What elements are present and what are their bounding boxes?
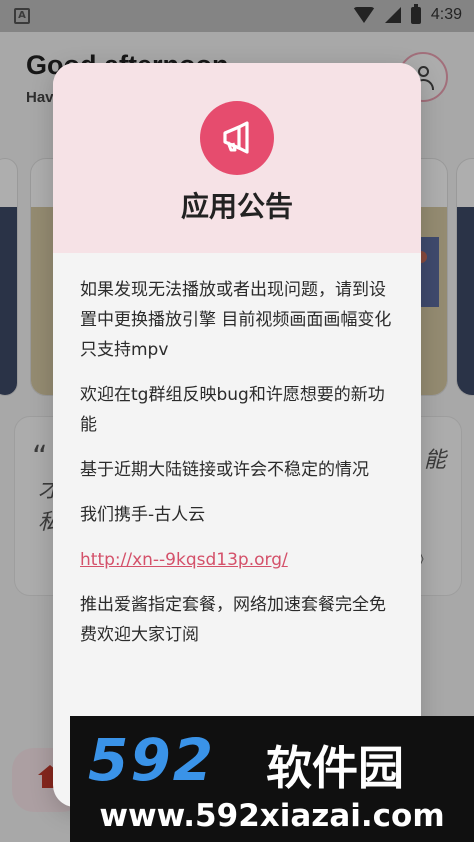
site-watermark: 592 软件园 www.592xiazai.com [70,716,474,842]
dialog-title: 应用公告 [180,190,293,223]
megaphone-icon [200,101,274,175]
watermark-name: 软件园 [266,741,404,795]
watermark-url: www.592xiazai.com [99,798,445,834]
announcement-paragraph: 基于近期大陆链接或许会不稳定的情况 [80,460,369,480]
announcement-paragraph: 推出爱酱指定套餐，网络加速套餐完全免费欢迎大家订阅 [80,595,386,645]
announcement-link[interactable]: http://xn--9kqsd13p.org/ [80,545,400,575]
dialog-body: 如果发现无法播放或者出现问题，请到设置中更换播放引擎 目前视频画面画幅变化只支持… [80,275,400,665]
announcement-paragraph: 欢迎在tg群组反映bug和许愿想要的新功能 [80,385,385,435]
announcement-paragraph: 我们携手-古人云 [80,505,206,525]
announcement-paragraph: 如果发现无法播放或者出现问题，请到设置中更换播放引擎 目前视频画面画幅变化只支持… [80,280,392,360]
dialog-header: 应用公告 [53,63,421,253]
watermark-number: 592 [88,726,216,794]
announcement-dialog: 应用公告 如果发现无法播放或者出现问题，请到设置中更换播放引擎 目前视频画面画幅… [53,63,421,807]
